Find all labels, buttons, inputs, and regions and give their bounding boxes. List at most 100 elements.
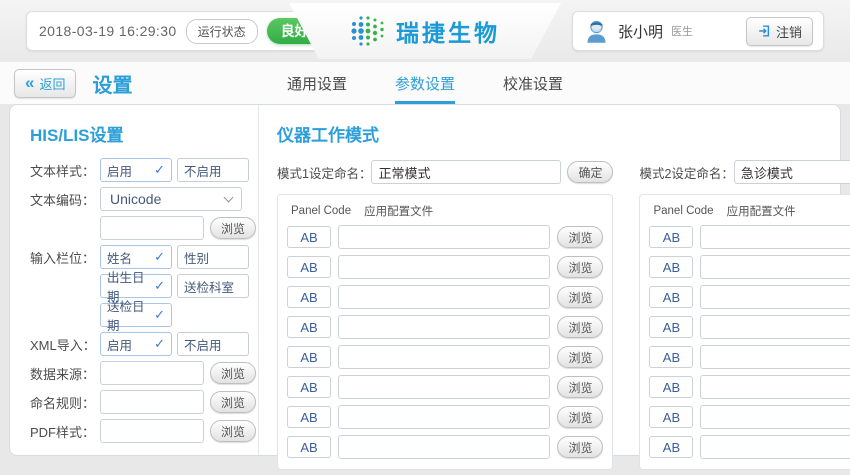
settings-tabs: 通用设置 参数设置 校准设置	[287, 62, 563, 104]
panel-code-header: Panel Code	[291, 205, 351, 217]
settings-page: 2018-03-19 16:29:30 运行状态 良好 瑞捷生物	[0, 0, 850, 475]
field-option-gender-toggle[interactable]: 性别	[177, 245, 249, 269]
check-icon: ✓	[154, 249, 165, 265]
config-file-input[interactable]	[700, 375, 850, 399]
toggle-label: 不启用	[184, 335, 222, 354]
field-option-department-toggle[interactable]: 送检科室	[177, 274, 249, 298]
panel-code-box[interactable]: AB	[287, 376, 331, 398]
logout-icon	[757, 24, 771, 38]
check-icon: ✓	[154, 336, 165, 352]
naming-rule-input[interactable]	[100, 390, 204, 414]
config-file-input[interactable]	[700, 315, 850, 339]
brand-logo: 瑞捷生物	[289, 3, 561, 59]
panel-code-box[interactable]: AB	[649, 256, 693, 278]
panel-code-box[interactable]: AB	[287, 316, 331, 338]
panel-code-box[interactable]: AB	[287, 436, 331, 458]
pdf-style-input[interactable]	[100, 419, 204, 443]
config-file-input[interactable]	[700, 255, 850, 279]
browse-button[interactable]: 浏览	[210, 391, 256, 413]
tab-general-settings[interactable]: 通用设置	[287, 62, 347, 104]
chevron-down-icon	[224, 193, 234, 203]
panel-code-box[interactable]: AB	[649, 316, 693, 338]
encoding-select[interactable]: Unicode	[100, 187, 242, 211]
config-file-input[interactable]	[338, 345, 550, 369]
panel-code-box[interactable]: AB	[649, 226, 693, 248]
work-mode-title: 仪器工作模式	[277, 121, 850, 146]
text-style-disable-toggle[interactable]: 不启用	[177, 158, 249, 182]
mode-2-name-input[interactable]	[734, 160, 850, 184]
browse-button[interactable]: 浏览	[557, 376, 603, 398]
panel-row: AB浏览	[649, 435, 850, 459]
browse-button[interactable]: 浏览	[210, 217, 256, 239]
panel-row: AB浏览	[649, 315, 850, 339]
back-button[interactable]: « 返回	[14, 69, 76, 98]
browse-button[interactable]: 浏览	[557, 406, 603, 428]
xml-import-row: XML导入： 启用 ✓ 不启用	[30, 332, 258, 356]
config-file-input[interactable]	[338, 315, 550, 339]
panel-row: AB浏览	[649, 255, 850, 279]
panel-code-box[interactable]: AB	[649, 286, 693, 308]
panel-code-box[interactable]: AB	[287, 346, 331, 368]
his-lis-panel: HIS/LIS设置 文本样式： 启用 ✓ 不启用 文本编码： Unicode	[10, 105, 258, 455]
work-mode-panel: 仪器工作模式 模式1设定命名： 确定 Panel Code 应用配置文件	[258, 105, 850, 455]
mode-columns: 模式1设定命名： 确定 Panel Code 应用配置文件 AB 浏览 AB 浏览 AB…	[277, 158, 850, 475]
logout-button[interactable]: 注销	[746, 17, 813, 46]
panel-code-box[interactable]: AB	[287, 226, 331, 248]
toggle-label: 送检科室	[184, 277, 234, 296]
text-style-enable-toggle[interactable]: 启用 ✓	[100, 158, 172, 182]
config-file-input[interactable]	[700, 285, 850, 309]
xml-disable-toggle[interactable]: 不启用	[177, 332, 249, 356]
browse-button[interactable]: 浏览	[557, 226, 603, 248]
panel-code-box[interactable]: AB	[287, 406, 331, 428]
panel-code-box[interactable]: AB	[649, 436, 693, 458]
encoding-file-input[interactable]	[100, 216, 204, 240]
panel-code-box[interactable]: AB	[287, 286, 331, 308]
field-option-sentdate-toggle[interactable]: 送检日期 ✓	[100, 303, 172, 327]
config-file-input[interactable]	[700, 225, 850, 249]
panel-code-box[interactable]: AB	[287, 256, 331, 278]
panel-row: AB浏览	[649, 375, 850, 399]
config-file-input[interactable]	[700, 345, 850, 369]
config-file-input[interactable]	[700, 435, 850, 459]
config-file-input[interactable]	[338, 405, 550, 429]
browse-button[interactable]: 浏览	[210, 362, 256, 384]
datetime-text: 2018-03-19 16:29:30	[39, 23, 177, 39]
field-option-name-toggle[interactable]: 姓名 ✓	[100, 245, 172, 269]
panel-code-box[interactable]: AB	[649, 376, 693, 398]
encoding-file-row: 浏览	[30, 216, 258, 240]
mode-1-name-label: 模式1设定命名：	[277, 163, 371, 182]
config-file-input[interactable]	[338, 375, 550, 399]
logout-label: 注销	[776, 22, 802, 41]
encoding-value: Unicode	[110, 191, 161, 207]
config-file-input[interactable]	[338, 255, 550, 279]
tab-calibration-settings[interactable]: 校准设置	[503, 62, 563, 104]
toggle-label: 不启用	[184, 161, 222, 180]
pdf-style-row: PDF样式： 浏览	[30, 419, 258, 443]
browse-button[interactable]: 浏览	[210, 420, 256, 442]
browse-button[interactable]: 浏览	[557, 316, 603, 338]
config-file-header: 应用配置文件	[727, 203, 796, 219]
config-file-input[interactable]	[338, 435, 550, 459]
browse-button[interactable]: 浏览	[557, 436, 603, 458]
main-card: HIS/LIS设置 文本样式： 启用 ✓ 不启用 文本编码： Unicode	[9, 104, 841, 456]
config-file-input[interactable]	[700, 405, 850, 429]
panel-code-box[interactable]: AB	[649, 406, 693, 428]
config-file-input[interactable]	[338, 225, 550, 249]
panel-row: AB浏览	[649, 225, 850, 249]
mode-2-name-row: 模式2设定命名： 确定	[639, 160, 850, 184]
xml-enable-toggle[interactable]: 启用 ✓	[100, 332, 172, 356]
confirm-button[interactable]: 确定	[567, 161, 613, 183]
tab-parameter-settings[interactable]: 参数设置	[395, 62, 455, 104]
panel-code-box[interactable]: AB	[649, 346, 693, 368]
mode-1-name-input[interactable]	[371, 160, 561, 184]
data-source-input[interactable]	[100, 361, 204, 385]
browse-button[interactable]: 浏览	[557, 286, 603, 308]
browse-button[interactable]: 浏览	[557, 346, 603, 368]
user-role: 医生	[671, 23, 693, 39]
text-style-label: 文本样式：	[30, 161, 100, 180]
top-bar: 2018-03-19 16:29:30 运行状态 良好 瑞捷生物	[0, 0, 850, 62]
field-option-birthdate-toggle[interactable]: 出生日期 ✓	[100, 274, 172, 298]
config-file-input[interactable]	[338, 285, 550, 309]
panel-row: AB 浏览	[287, 375, 603, 399]
browse-button[interactable]: 浏览	[557, 256, 603, 278]
